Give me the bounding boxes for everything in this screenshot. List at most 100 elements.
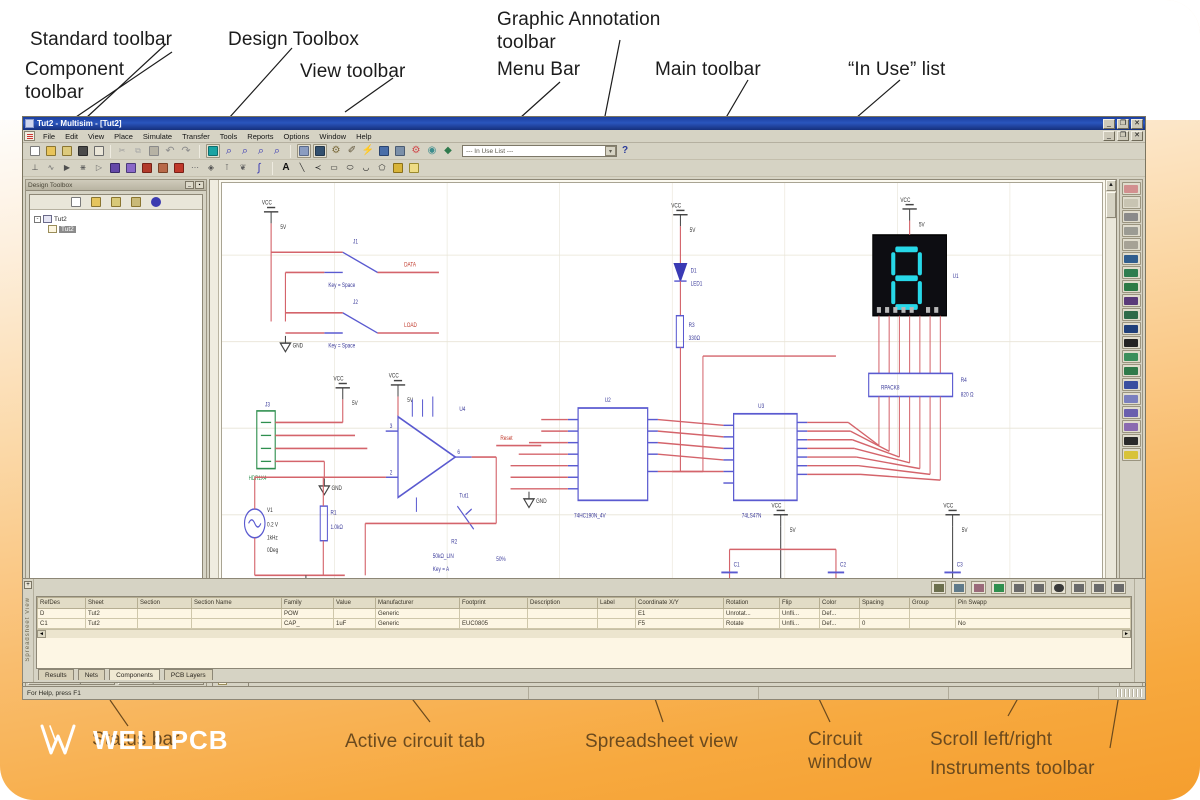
column-header-value[interactable]: Value [334, 598, 376, 609]
column-header-manufacturer[interactable]: Manufacturer [376, 598, 460, 609]
cell-section[interactable] [138, 609, 192, 619]
design-toolbox-toolbar[interactable] [30, 195, 202, 210]
cell-pin-swapp[interactable] [956, 609, 1131, 619]
standard-toolbar[interactable]: ✂ ⧉ ↶ ↷ [25, 144, 196, 159]
cell-coordinate-xy[interactable]: E1 [636, 609, 724, 619]
in-use-help-icon[interactable]: ◉ [425, 144, 439, 158]
cell-coordinate-xy[interactable]: F5 [636, 619, 724, 629]
back-annotate-icon[interactable] [393, 144, 407, 158]
toolbar-row-top[interactable]: ✂ ⧉ ↶ ↷ ⌕ ⌕ ⌕ ⌕ ⚙ ✐ ⚡ [23, 143, 1145, 160]
mdi-restore-button[interactable]: ❐ [1117, 131, 1129, 141]
parts-icon[interactable]: ◆ [441, 144, 455, 158]
print-icon[interactable] [76, 144, 90, 158]
tab-components[interactable]: Components [109, 669, 160, 680]
expander-icon[interactable]: - [34, 216, 41, 223]
cell-sheet[interactable]: Tut2 [86, 619, 138, 629]
cell-label[interactable] [598, 619, 636, 629]
menu-item-transfer[interactable]: Transfer [177, 132, 215, 141]
column-header-spacing[interactable]: Spacing [860, 598, 910, 609]
cell-refdes[interactable]: C1 [38, 619, 86, 629]
show-design-toolbox-icon[interactable] [297, 144, 311, 158]
spreadsheet-grid[interactable]: RefDes Sheet Section Section Name Family… [36, 596, 1132, 669]
frequency-counter-icon[interactable] [1122, 266, 1141, 279]
cell-section-name[interactable] [192, 619, 282, 629]
distortion-analyzer-icon[interactable] [1122, 336, 1141, 349]
network-analyzer-icon[interactable] [1122, 364, 1141, 377]
view-toolbar[interactable]: ⌕ ⌕ ⌕ ⌕ [203, 144, 287, 159]
cell-color[interactable]: Def... [820, 609, 860, 619]
place-transistor-icon[interactable]: ⋇ [76, 161, 90, 175]
new-file-icon[interactable] [28, 144, 42, 158]
forward-annotate-icon[interactable]: ⚙ [409, 144, 423, 158]
menu-item-edit[interactable]: Edit [60, 132, 83, 141]
tab-pcb-layers[interactable]: PCB Layers [164, 669, 213, 680]
cell-group[interactable] [910, 609, 956, 619]
cell-value[interactable]: 1uF [334, 619, 376, 629]
replace-button[interactable] [1071, 581, 1086, 594]
column-header-coordinate-xy[interactable]: Coordinate X/Y [636, 598, 724, 609]
scroll-up-button[interactable]: ▲ [1106, 180, 1116, 191]
cell-spacing[interactable]: 0 [860, 619, 910, 629]
place-arc-icon[interactable]: ◡ [359, 161, 373, 175]
wattmeter-icon[interactable] [1122, 210, 1141, 223]
tektronix-oscilloscope-icon[interactable] [1122, 420, 1141, 433]
component-toolbar[interactable]: ⊥ ∿ ▶ ⋇ ▷ ⋯ ◈ ⊺ ❦ ∫ [25, 161, 269, 176]
place-polygon-icon[interactable]: ⬠ [375, 161, 389, 175]
cell-sheet[interactable]: Tut2 [86, 609, 138, 619]
component-wizard-icon[interactable]: ✐ [345, 144, 359, 158]
chevron-down-icon[interactable]: ▾ [605, 146, 616, 156]
table-row[interactable]: D Tut2 POW Generic E1 Unrotat... [38, 609, 1131, 619]
four-channel-oscilloscope-icon[interactable] [1122, 238, 1141, 251]
place-ellipse-icon[interactable]: ⬭ [343, 161, 357, 175]
column-header-sheet[interactable]: Sheet [86, 598, 138, 609]
close-panel-button[interactable]: ▪ [195, 181, 204, 189]
refresh-button[interactable] [1051, 581, 1066, 594]
zoom-area-icon[interactable]: ⌕ [254, 144, 268, 158]
show-spreadsheet-view-icon[interactable] [313, 144, 327, 158]
cell-pin-swapp[interactable]: No [956, 619, 1131, 629]
logic-analyzer-icon[interactable] [1122, 308, 1141, 321]
menu-item-options[interactable]: Options [279, 132, 315, 141]
redo-icon[interactable]: ↷ [179, 144, 193, 158]
table-row[interactable]: C1 Tut2 CAP_ 1uF Generic EUC0805 F5 Rota… [38, 619, 1131, 629]
spreadsheet-toolbar[interactable] [34, 579, 1134, 596]
place-indicator-icon[interactable] [172, 161, 186, 175]
window-buttons[interactable]: _ ❐ ✕ [1103, 119, 1143, 129]
column-header-flip[interactable]: Flip [780, 598, 820, 609]
menu-item-help[interactable]: Help [351, 132, 376, 141]
logic-converter-icon[interactable] [1122, 294, 1141, 307]
tab-nets[interactable]: Nets [78, 669, 105, 680]
copy-button[interactable] [1091, 581, 1106, 594]
tree-row[interactable]: Tut2 [34, 224, 198, 234]
electrical-rules-check-icon[interactable]: ⚡ [361, 144, 375, 158]
measurement-probe-icon[interactable] [1122, 434, 1141, 447]
tab-results[interactable]: Results [38, 669, 74, 680]
cell-family[interactable]: POW [282, 609, 334, 619]
menu-bar[interactable]: File Edit View Place Simulate Transfer T… [23, 130, 1145, 143]
components-table[interactable]: RefDes Sheet Section Section Name Family… [37, 597, 1131, 629]
cell-family[interactable]: CAP_ [282, 619, 334, 629]
cell-manufacturer[interactable]: Generic [376, 619, 460, 629]
cell-color[interactable]: Def... [820, 619, 860, 629]
vertical-scroll-thumb[interactable] [1106, 192, 1116, 218]
edit-button[interactable] [1111, 581, 1126, 594]
spectrum-analyzer-icon[interactable] [1122, 350, 1141, 363]
agilent-oscilloscope-icon[interactable] [1122, 406, 1141, 419]
find-button[interactable] [951, 581, 966, 594]
tree-row[interactable]: - Tut2 [34, 214, 198, 224]
help-button[interactable]: ? [618, 144, 632, 158]
place-multiline-icon[interactable]: ≺ [311, 161, 325, 175]
menu-item-file[interactable]: File [38, 132, 60, 141]
column-header-rotation[interactable]: Rotation [724, 598, 780, 609]
cell-description[interactable] [528, 619, 598, 629]
dock-button[interactable]: _ [185, 181, 194, 189]
cell-flip[interactable]: Unfli... [780, 609, 820, 619]
place-electromechanical-icon[interactable]: ∫ [252, 161, 266, 175]
cell-description[interactable] [528, 609, 598, 619]
zoom-fit-to-page-icon[interactable]: ⌕ [270, 144, 284, 158]
in-use-list-dropdown[interactable]: --- In Use List --- ▾ [462, 145, 617, 157]
column-header-section-name[interactable]: Section Name [192, 598, 282, 609]
sort-button[interactable] [971, 581, 986, 594]
cell-manufacturer[interactable]: Generic [376, 609, 460, 619]
design-properties-icon[interactable] [149, 195, 163, 209]
